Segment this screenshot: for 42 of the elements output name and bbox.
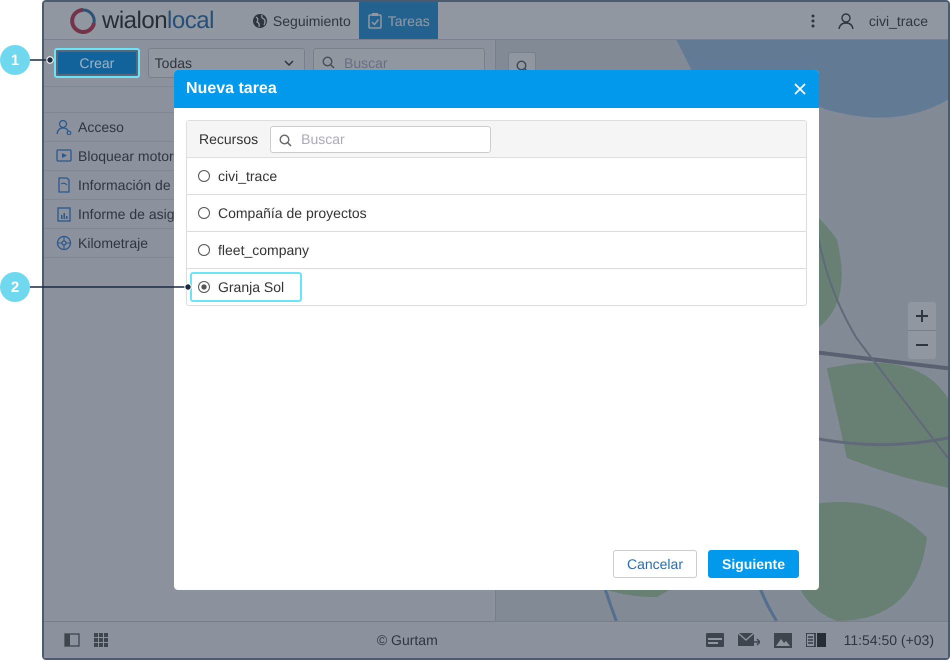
clipboard-icon [366, 12, 383, 29]
layout-icon[interactable] [806, 633, 826, 647]
next-button[interactable]: Siguiente [708, 550, 799, 578]
radio-button[interactable] [198, 281, 210, 293]
logo-text: local [167, 6, 214, 34]
card-icon[interactable] [706, 633, 724, 647]
nav-tab[interactable]: Tareas [358, 2, 438, 39]
wheel-icon [56, 235, 72, 251]
chevron-icon [284, 60, 294, 66]
callout-badge: 1 [0, 45, 30, 75]
globe-icon [252, 12, 268, 28]
create-button[interactable]: Crear [54, 48, 140, 78]
user-icon [56, 119, 72, 135]
column-header: Recursos [199, 131, 258, 147]
logo-text: wialon [102, 6, 168, 34]
search-field[interactable]: Buscar [270, 126, 492, 152]
copyright-text: © Gurtam [376, 632, 439, 648]
chart-icon [56, 206, 72, 222]
search-icon [516, 60, 528, 72]
radio-button[interactable] [198, 244, 210, 256]
document-icon [56, 177, 72, 193]
panel-icon[interactable] [64, 633, 80, 647]
user-name[interactable]: civi_trace [868, 12, 928, 28]
nav-tab[interactable]: Seguimiento [244, 2, 359, 39]
cancel-button[interactable]: Cancelar [612, 550, 697, 578]
radio-button[interactable] [198, 170, 210, 182]
resource-option[interactable]: fleet_company [190, 235, 328, 265]
mail-icon[interactable] [738, 633, 760, 647]
resource-option[interactable]: Granja Sol [190, 272, 302, 302]
resource-option[interactable]: Compañía de proyectos [190, 198, 385, 228]
radio-button[interactable] [198, 207, 210, 219]
clock-text: 11:54:50 (+03) [844, 632, 934, 648]
resource-option[interactable]: civi_trace [190, 161, 296, 191]
dialog-title: Nueva tarea [186, 80, 277, 98]
logo-icon [68, 6, 98, 34]
callout-badge: 2 [0, 272, 30, 302]
user-icon[interactable] [836, 12, 855, 30]
grid-icon[interactable] [94, 632, 109, 648]
image-icon[interactable] [774, 632, 792, 648]
play-icon [56, 148, 72, 164]
more-icon[interactable] [810, 14, 815, 28]
close-icon[interactable] [794, 83, 806, 95]
